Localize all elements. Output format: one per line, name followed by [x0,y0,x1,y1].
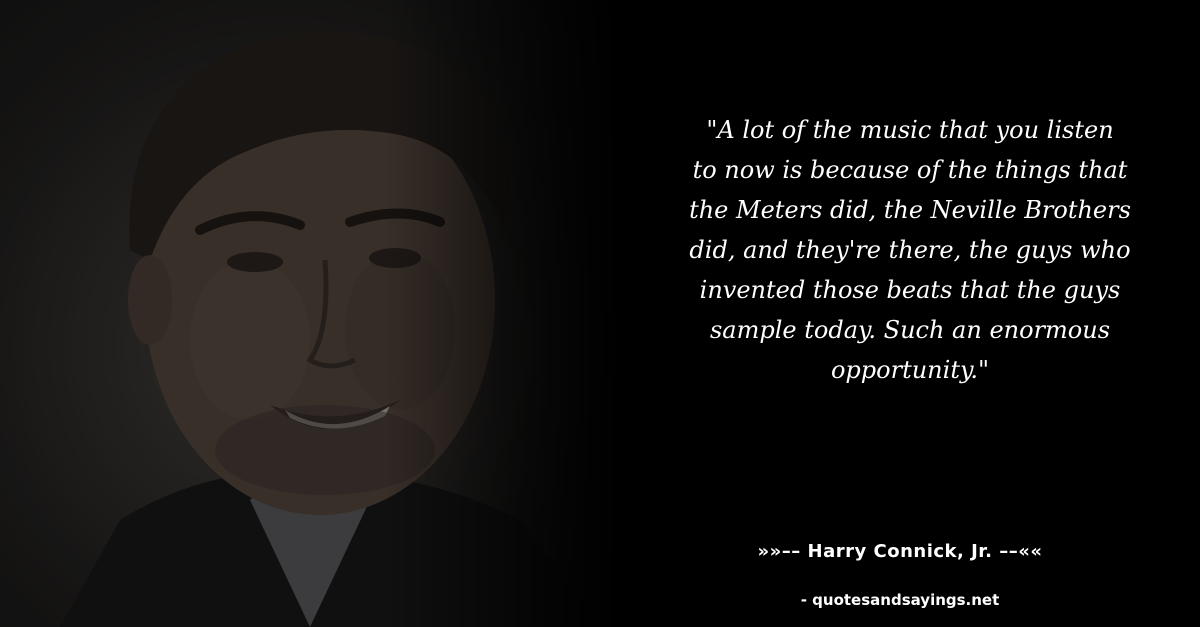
portrait-illustration [60,31,600,627]
quote-line: invented those beats that the guys [699,276,1121,304]
quote-line: did, and they're there, the guys who [689,236,1131,264]
quote-author: »»–– Harry Connick, Jr. ––«« [757,541,1043,562]
quote-line: to now is because of the things that [692,156,1128,184]
quote-line: "A lot of the music that you listen [706,116,1114,144]
quote-line: the Meters did, the Neville Brothers [689,196,1131,224]
source-site-link[interactable]: - quotesandsayings.net [760,591,1040,609]
quote-line: sample today. Such an enormous [709,316,1111,344]
quote-line: opportunity." [830,356,989,384]
author-portrait-photo [0,0,620,627]
quote-card: "A lot of the music that you listen to n… [0,0,1200,627]
quote-text: "A lot of the music that you listen to n… [640,110,1180,390]
